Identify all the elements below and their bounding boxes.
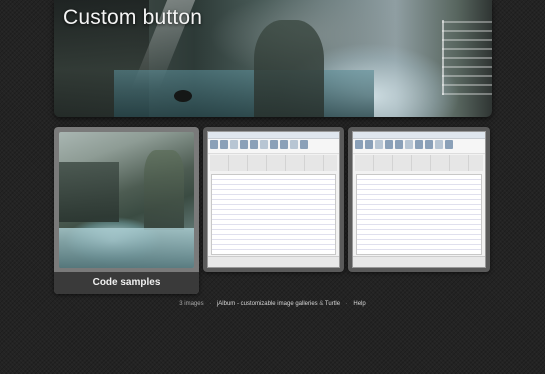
toolbar-icon <box>290 140 298 149</box>
skin-link[interactable]: Turtle <box>325 301 340 307</box>
footer-separator: · <box>209 301 212 307</box>
thumb-toolbar <box>353 139 485 154</box>
thumb-code-editor <box>356 174 482 255</box>
hero-banner: Custom button <box>54 0 492 117</box>
hero-boulder <box>174 90 192 102</box>
toolbar-icon <box>415 140 423 149</box>
thumb-window-2 <box>352 131 486 268</box>
image-thumbnail-1[interactable] <box>203 127 344 272</box>
toolbar-icon <box>210 140 218 149</box>
thumb-toolbar <box>208 139 339 154</box>
footer-separator: · <box>345 301 348 307</box>
jalbum-link[interactable]: jAlbum - customizable image galleries <box>217 301 318 307</box>
toolbar-icon <box>355 140 363 149</box>
image-count: 3 images <box>179 301 204 307</box>
toolbar-icon <box>395 140 403 149</box>
toolbar-icon <box>240 140 248 149</box>
toolbar-icon <box>230 140 238 149</box>
toolbar-icon <box>405 140 413 149</box>
toolbar-icon <box>365 140 373 149</box>
toolbar-icon <box>220 140 228 149</box>
footer-ampersand: & <box>319 301 324 307</box>
image-thumbnail-2[interactable] <box>348 127 490 272</box>
toolbar-icon <box>300 140 308 149</box>
folder-thumb-rock-left <box>59 162 119 222</box>
toolbar-icon <box>375 140 383 149</box>
hero-bridge <box>442 20 492 95</box>
toolbar-icon <box>250 140 258 149</box>
thumb-tabs <box>355 155 483 171</box>
toolbar-icon <box>385 140 393 149</box>
toolbar-icon <box>425 140 433 149</box>
footer: 3 images · jAlbum - customizable image g… <box>0 301 545 307</box>
toolbar-icon <box>445 140 453 149</box>
page-title: Custom button <box>63 6 203 29</box>
thumb-statusbar <box>208 256 339 267</box>
hero-water <box>114 70 374 117</box>
thumb-titlebar <box>208 132 339 139</box>
toolbar-icon <box>435 140 443 149</box>
folder-card[interactable]: Code samples <box>54 127 199 294</box>
folder-thumbnail[interactable] <box>59 132 194 268</box>
thumb-tabs <box>210 155 337 171</box>
thumb-window-1 <box>207 131 340 268</box>
thumb-statusbar <box>353 256 485 267</box>
folder-thumb-water <box>59 228 194 268</box>
thumb-titlebar <box>353 132 485 139</box>
help-link[interactable]: Help <box>353 301 365 307</box>
hero-rock-center <box>254 20 324 117</box>
folder-label[interactable]: Code samples <box>54 272 199 294</box>
toolbar-icon <box>260 140 268 149</box>
thumb-code-editor <box>211 174 336 255</box>
toolbar-icon <box>280 140 288 149</box>
folder-thumb-rock-right <box>144 150 184 230</box>
toolbar-icon <box>270 140 278 149</box>
